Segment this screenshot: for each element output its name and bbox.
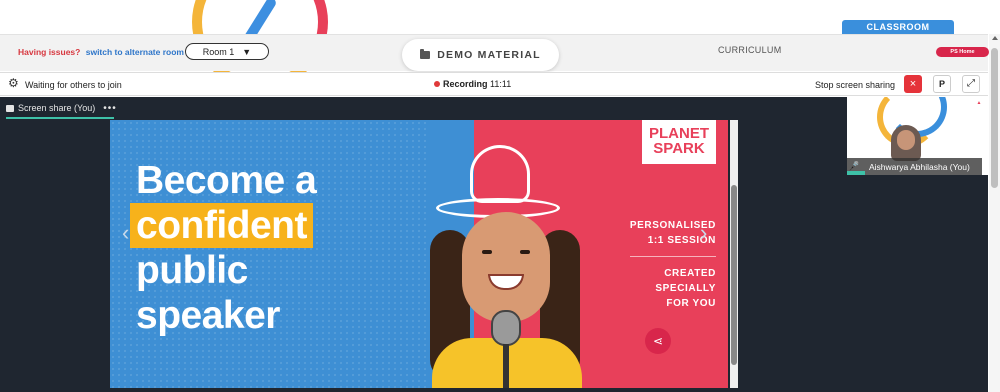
heading-line-3: public (136, 249, 248, 292)
pip-logo-icon: ▲ (976, 100, 982, 106)
stop-sharing-button[interactable]: × (904, 75, 922, 93)
tagline-2-line-1: CREATED SPECIALLY (655, 268, 716, 294)
tab-demo-material[interactable]: DEMO MATERIAL (402, 39, 559, 71)
tagline-2-line-2: FOR YOU (666, 298, 716, 309)
recording-label: Recording (443, 79, 488, 89)
chevron-down-icon: ▼ (242, 46, 252, 57)
slide-scrollbar-thumb[interactable] (731, 185, 737, 365)
issue-label: Having issues? (18, 47, 81, 57)
screen-share-header: Screen share (You) ••• (6, 101, 117, 115)
demo-material-label: DEMO MATERIAL (437, 49, 541, 61)
participant-name: Aishwarya Abhilasha (You) (869, 161, 970, 172)
recording-dot-icon (434, 81, 440, 87)
active-tab-underline (6, 117, 114, 119)
audio-level-indicator (847, 171, 865, 175)
girl-eye-right (520, 250, 530, 254)
tab-curriculum[interactable]: CURRICULUM (718, 45, 782, 55)
waiting-status: Waiting for others to join (25, 80, 122, 90)
recording-status: Recording 11:11 (443, 79, 511, 89)
gear-icon[interactable]: ⚙ (8, 77, 19, 89)
alternate-room-link[interactable]: switch to alternate room (86, 47, 184, 57)
girl-face (462, 212, 550, 322)
pip-face (897, 130, 915, 150)
microphone-stand (503, 344, 509, 388)
shared-slide: Become a confident public speaker PLANET… (110, 120, 728, 388)
room-select-value: Room 1 (202, 46, 235, 57)
screen-share-label: Screen share (You) (18, 103, 96, 113)
share-icon[interactable]: ⋖ (645, 328, 671, 354)
slide-prev-icon[interactable]: ‹ (122, 220, 129, 246)
stop-screen-sharing-label: Stop screen sharing (815, 80, 896, 90)
microphone-icon (491, 310, 521, 346)
slide-heading: Become a confident public speaker (130, 158, 317, 338)
heading-line-4: speaker (136, 294, 280, 337)
hat-crown-outline (470, 145, 530, 203)
slide-next-icon[interactable]: › (700, 220, 707, 246)
heading-line-1: Become a (136, 159, 317, 202)
scroll-up-icon[interactable] (992, 36, 998, 40)
self-video-caption: 🎤 Aishwarya Abhilasha (You) (847, 158, 982, 175)
ps-home-badge[interactable]: PS Home (936, 47, 989, 57)
issue-notice: Having issues? switch to alternate room (18, 47, 184, 57)
more-options-icon[interactable]: ••• (103, 103, 117, 114)
recording-time: 11:11 (490, 79, 512, 89)
tagline-divider (630, 256, 716, 257)
logo-line-1: PLANET (649, 125, 709, 142)
planet-spark-logo: PLANET SPARK (642, 120, 716, 164)
page-scrollbar-thumb[interactable] (991, 48, 998, 188)
expand-icon[interactable]: ⤢ (962, 75, 980, 93)
screen-share-icon (6, 104, 14, 112)
classroom-page: CLASSROOM Having issues? switch to alter… (0, 0, 1000, 392)
folder-icon (420, 49, 431, 59)
girl-eye-left (482, 250, 492, 254)
logo-line-2: SPARK (653, 140, 705, 157)
tab-classroom[interactable]: CLASSROOM (842, 20, 954, 34)
heading-line-2: confident (130, 203, 313, 248)
room-select[interactable]: Room 1 ▼ (185, 43, 269, 60)
p-button[interactable]: P (933, 75, 951, 93)
tagline-created: CREATED SPECIALLY FOR YOU (616, 266, 716, 311)
